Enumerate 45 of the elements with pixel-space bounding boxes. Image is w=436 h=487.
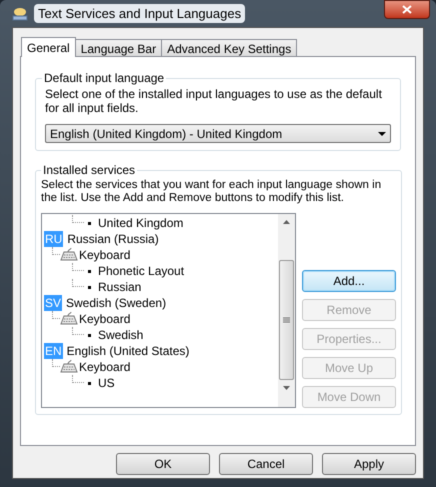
tree-item[interactable]: United Kingdom xyxy=(98,215,184,231)
bullet-icon xyxy=(88,286,91,288)
tree-item[interactable]: Russian (Russia) xyxy=(67,231,159,247)
scroll-thumb[interactable] xyxy=(279,260,294,380)
dialog-button[interactable]: Cancel xyxy=(219,453,313,475)
bullet-icon xyxy=(88,334,91,336)
tree-item[interactable]: Swedish xyxy=(98,327,144,343)
app-icon xyxy=(12,6,28,20)
tab[interactable]: Language Bar xyxy=(74,39,162,56)
description-text: Select one of the installed input languages to use as the default for all input fields. xyxy=(45,87,383,115)
tree-item[interactable]: English (United States) xyxy=(66,343,190,359)
close-icon xyxy=(402,5,412,14)
tree-item[interactable]: Russian xyxy=(98,279,142,295)
description-text: Select the services that you want for each input language shown in the list. Use the Add and Remove buttons to modify this list. xyxy=(41,179,382,205)
grip-icon xyxy=(283,317,290,323)
language-badge: EN xyxy=(44,343,63,359)
tab[interactable]: General xyxy=(21,37,76,57)
bullet-icon xyxy=(88,382,91,384)
dialog-button[interactable]: Apply xyxy=(322,453,416,475)
group-label: Default input language xyxy=(43,70,166,87)
group-label: Installed services xyxy=(42,162,136,179)
language-dropdown[interactable]: English (United Kingdom) - United Kingdom xyxy=(45,124,391,143)
keyboard-icon xyxy=(60,360,78,374)
bullet-icon xyxy=(88,270,91,272)
tree-item[interactable]: US xyxy=(98,375,115,391)
language-badge: SV xyxy=(44,295,62,311)
window-title: Text Services and Input Languages xyxy=(34,4,246,24)
language-badge: RU xyxy=(44,231,64,247)
service-button[interactable]: Add... xyxy=(302,270,396,292)
tree-item[interactable]: Keyboard xyxy=(79,359,130,375)
dropdown-arrow-icon xyxy=(378,132,386,136)
dialog-button[interactable]: OK xyxy=(116,453,210,475)
bullet-icon xyxy=(88,222,91,224)
keyboard-icon xyxy=(60,312,78,326)
tree-item[interactable]: Phonetic Layout xyxy=(98,263,184,279)
scrollbar[interactable] xyxy=(278,214,295,407)
scroll-up-icon xyxy=(283,220,290,224)
scroll-down-icon xyxy=(283,386,290,390)
tree-item[interactable]: Keyboard xyxy=(79,311,130,327)
tab[interactable]: Advanced Key Settings xyxy=(161,39,298,56)
keyboard-icon xyxy=(60,248,78,262)
close-button[interactable] xyxy=(384,0,430,19)
tree-item[interactable]: Keyboard xyxy=(79,247,130,263)
tree-item[interactable]: Swedish (Sweden) xyxy=(66,295,166,311)
services-tree[interactable]: United Kingdom RU Russian (Russia) Keyboard Phonetic Layout Russian SV Swedish (Sweden) Keyboard Swedish EN English (United States) Keyboard US xyxy=(41,213,296,408)
